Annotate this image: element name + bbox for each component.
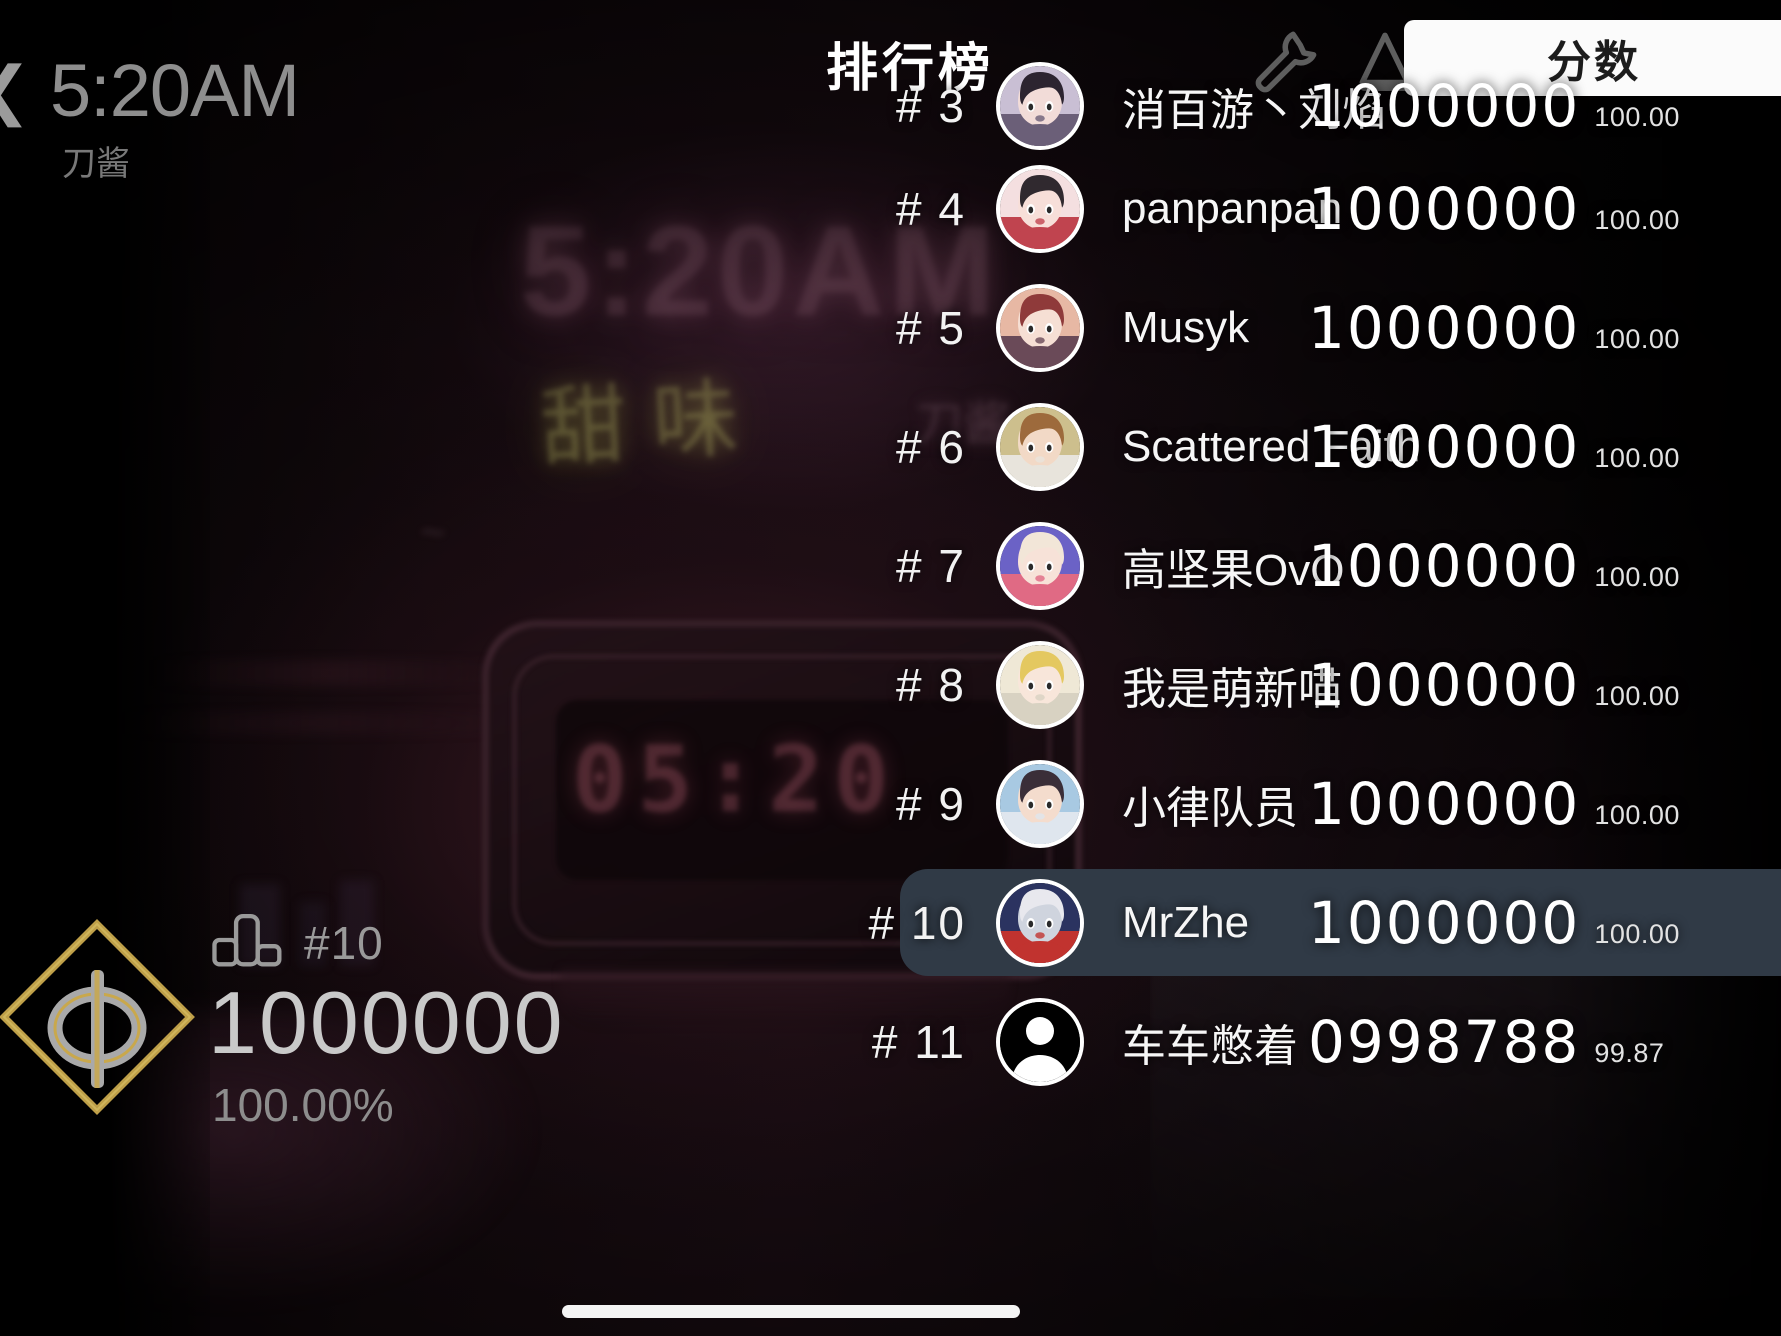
leaderboard-row[interactable]: # 8 我是萌新喵 1000000 100.00 — [860, 625, 1781, 744]
leaderboard-row[interactable]: # 7 高坚果OvO 1000000 100.00 — [860, 506, 1781, 625]
row-accuracy: 100.00 — [1594, 323, 1680, 354]
row-rank: # 4 — [896, 182, 966, 235]
my-rank-value: #10 — [304, 916, 384, 969]
avatar[interactable] — [996, 521, 1084, 610]
my-score-value: 1000000 — [208, 973, 565, 1072]
phi-rank-badge — [0, 912, 202, 1122]
row-score: 1000000 — [1308, 72, 1581, 140]
podium-icon — [212, 912, 282, 973]
row-score: 1000000 — [1308, 888, 1581, 957]
row-values: 1000000 100.00 — [1308, 413, 1680, 481]
row-rank: # 10 — [868, 896, 966, 949]
row-values: 1000000 100.00 — [1308, 175, 1680, 243]
row-username: 小律队员 — [1122, 783, 1298, 833]
row-values: 1000000 100.00 — [1308, 770, 1680, 838]
leaderboard-row[interactable]: # 10 MrZhe 1000000 100.00 — [860, 863, 1781, 982]
avatar[interactable] — [996, 878, 1084, 967]
row-accuracy: 100.00 — [1594, 561, 1680, 592]
row-rank: # 7 — [896, 539, 966, 592]
row-accuracy: 100.00 — [1594, 102, 1680, 132]
row-values: 1000000 100.00 — [1308, 72, 1680, 140]
row-score: 1000000 — [1308, 650, 1581, 719]
leaderboard-row[interactable]: # 5 Musyk 1000000 100.00 — [860, 268, 1781, 387]
row-values: 1000000 100.00 — [1308, 294, 1680, 362]
row-accuracy: 100.00 — [1594, 442, 1680, 473]
avatar[interactable] — [996, 62, 1084, 150]
avatar[interactable] — [996, 759, 1084, 848]
leaderboard-row[interactable]: # 4 panpanpan 1000000 100.00 — [860, 149, 1781, 268]
my-result-panel: #10 1000000 100.00% — [0, 890, 680, 1140]
row-values: 0998788 99.87 — [1308, 1008, 1664, 1076]
avatar[interactable] — [996, 164, 1084, 253]
leaderboard-row[interactable]: # 11 车车憋着 0998788 99.87 — [860, 982, 1781, 1101]
row-rank: # 9 — [896, 777, 966, 830]
row-username: MrZhe — [1122, 897, 1250, 947]
row-values: 1000000 100.00 — [1308, 532, 1680, 600]
leaderboard-row[interactable]: # 6 Scattered Faith 1000000 100.00 — [860, 387, 1781, 506]
row-rank: # 11 — [871, 1015, 966, 1068]
row-values: 1000000 100.00 — [1308, 889, 1680, 957]
row-rank: # 5 — [896, 301, 966, 354]
row-score: 1000000 — [1308, 769, 1581, 838]
row-score: 0998788 — [1308, 1007, 1581, 1076]
row-accuracy: 99.87 — [1594, 1037, 1665, 1068]
row-score: 1000000 — [1308, 531, 1581, 600]
row-accuracy: 100.00 — [1594, 918, 1680, 949]
avatar[interactable] — [996, 640, 1084, 729]
row-rank: # 6 — [896, 420, 966, 473]
my-rank-row: #10 — [212, 912, 384, 973]
leaderboard-row[interactable]: # 9 小律队员 1000000 100.00 — [860, 744, 1781, 863]
leaderboard-row[interactable]: # 3 消百游丶刘焰 1000000 100.00 — [860, 62, 1781, 150]
row-username: 车车憋着 — [1122, 1021, 1298, 1071]
row-accuracy: 100.00 — [1594, 680, 1680, 711]
row-score: 1000000 — [1308, 412, 1581, 481]
avatar[interactable] — [996, 283, 1084, 372]
avatar[interactable] — [996, 402, 1084, 491]
row-accuracy: 100.00 — [1594, 204, 1680, 235]
leaderboard-list[interactable]: # 3 消百游丶刘焰 1000000 100.00 # 4 panpanpan 100000… — [860, 62, 1781, 1336]
row-rank: # 3 — [896, 80, 966, 132]
row-score: 1000000 — [1308, 174, 1581, 243]
avatar[interactable] — [996, 997, 1084, 1086]
song-artist: 刀酱 — [62, 145, 130, 183]
row-accuracy: 100.00 — [1594, 799, 1680, 830]
home-indicator[interactable] — [562, 1305, 1020, 1318]
row-username: Musyk — [1122, 302, 1250, 352]
my-accuracy-value: 100.00% — [212, 1079, 394, 1131]
row-rank: # 8 — [896, 658, 966, 711]
row-values: 1000000 100.00 — [1308, 651, 1680, 719]
row-score: 1000000 — [1308, 293, 1581, 362]
